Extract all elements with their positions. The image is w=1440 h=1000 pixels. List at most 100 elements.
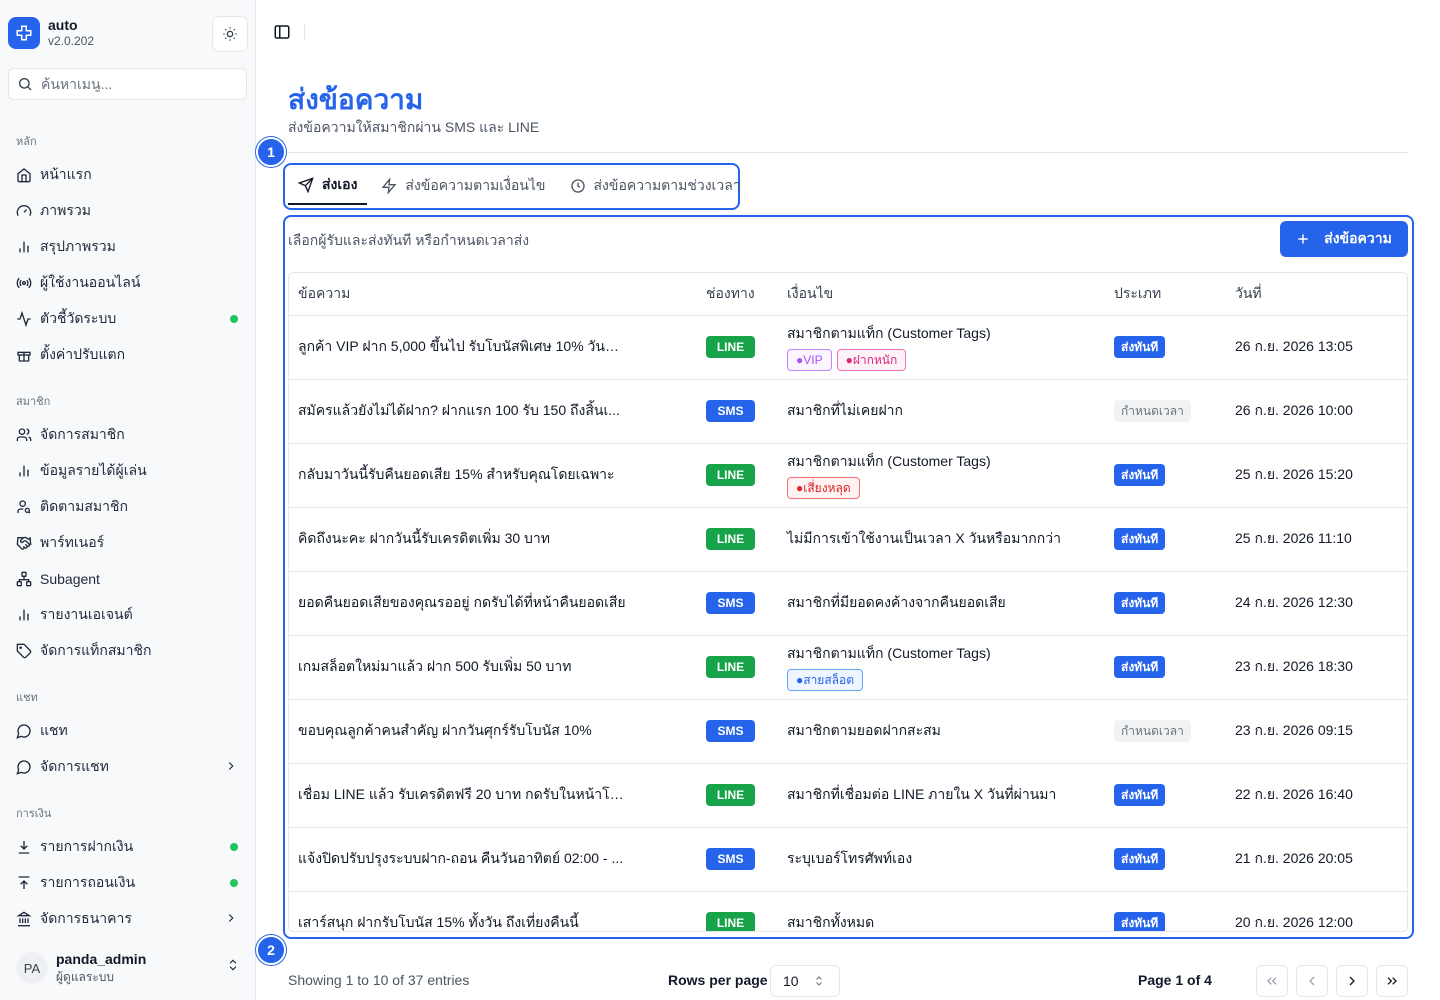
condition-cell: สมาชิกทั้งหมด [787, 891, 1114, 931]
user-menu[interactable]: PA panda_admin ผู้ดูแลระบบ [8, 944, 248, 988]
condition-cell: สมาชิกที่มียอดคงค้างจากคืนยอดเสีย [787, 571, 1114, 636]
sidebar-item-label: ผู้ใช้งานออนไลน์ [40, 274, 141, 290]
table-row[interactable]: กลับมาวันนี้รับคืนยอดเสีย 15% สำหรับคุณโ… [289, 443, 1407, 508]
date-cell: 25 ก.ย. 2026 11:10 [1235, 507, 1407, 572]
tab-send-by-schedule[interactable]: ส่งข้อความตามช่วงเวลา [560, 167, 751, 205]
table-row[interactable]: ขอบคุณลูกค้าคนสำคัญ ฝากวันศุกร์รับโบนัส … [289, 699, 1407, 764]
sidebar-item-home[interactable]: หน้าแรก [8, 159, 248, 191]
theme-toggle-button[interactable] [212, 16, 248, 52]
sidebar-item-track-members[interactable]: ติดตามสมาชิก [8, 491, 248, 523]
column-header-type[interactable]: ประเภท [1114, 273, 1235, 316]
last-page-button[interactable] [1376, 965, 1408, 997]
table-row[interactable]: สมัครแล้วยังไม่ได้ฝาก? ฝากแรก 100 รับ 15… [289, 379, 1407, 444]
tag-list: ●เสี่ยงหลุด [787, 477, 1114, 499]
table-row[interactable]: ยอดคืนยอดเสียของคุณรออยู่ กดรับได้ที่หน้… [289, 571, 1407, 636]
panel-left-icon [274, 25, 290, 39]
sidebar-item-label: ตั้งค่าปรับแตก [40, 346, 126, 362]
sidebar-item-deposits[interactable]: รายการฝากเงิน [8, 831, 248, 863]
column-header-condition[interactable]: เงื่อนไข [787, 273, 1114, 316]
menu-search[interactable] [8, 68, 247, 100]
message-cell: คิดถึงนะคะ ฝากวันนี้รับเครดิตเพิ่ม 30 บา… [289, 507, 706, 572]
channel-cell: LINE [706, 507, 787, 572]
condition-cell: สมาชิกที่เชื่อมต่อ LINE ภายใน X วันที่ผ่… [787, 763, 1114, 828]
chevron-right-icon [224, 911, 238, 928]
channel-cell: SMS [706, 699, 787, 764]
date-cell: 20 ก.ย. 2026 12:00 [1235, 891, 1407, 931]
sidebar-item-member-tags[interactable]: จัดการแท็กสมาชิก [8, 635, 248, 667]
send-icon [298, 177, 314, 193]
message-text: กลับมาวันนี้รับคืนยอดเสีย 15% สำหรับคุณโ… [298, 466, 615, 482]
table-row[interactable]: แจ้งปิดปรับปรุงระบบฝาก-ถอน คืนวันอาทิตย์… [289, 827, 1407, 892]
date-cell: 25 ก.ย. 2026 15:20 [1235, 443, 1407, 508]
message-cell: กลับมาวันนี้รับคืนยอดเสีย 15% สำหรับคุณโ… [289, 443, 706, 508]
first-page-button[interactable] [1256, 965, 1288, 997]
status-dot [230, 879, 238, 887]
table-row[interactable]: คิดถึงนะคะ ฝากวันนี้รับเครดิตเพิ่ม 30 บา… [289, 507, 1407, 572]
sidebar-item-overview[interactable]: ภาพรวม [8, 195, 248, 227]
radio-icon [16, 275, 32, 291]
divider [288, 152, 1408, 153]
message-cell: แจ้งปิดปรับปรุงระบบฝาก-ถอน คืนวันอาทิตย์… [289, 827, 706, 892]
menu-search-input[interactable] [41, 76, 231, 92]
activity-icon [16, 311, 32, 327]
channel-badge: LINE [706, 528, 755, 550]
gift-icon [16, 347, 32, 363]
condition-cell: สมาชิกตามแท็ก (Customer Tags) ●VIP ●ฝากหนั… [787, 315, 1114, 380]
message-cell: ขอบคุณลูกค้าคนสำคัญ ฝากวันศุกร์รับโบนัส … [289, 699, 706, 764]
sidebar-item-label: ภาพรวม [40, 202, 91, 218]
card-description: เลือกผู้รับและส่งทันที หรือกำหนดเวลาส่ง [288, 232, 530, 248]
table-row[interactable]: เสาร์สนุก ฝากรับโบนัส 15% ทั้งวัน ถึงเที… [289, 891, 1407, 931]
chevron-left-icon [1309, 976, 1315, 986]
sidebar-item-manage-chat[interactable]: จัดการแชท [8, 751, 248, 783]
chevrons-up-down-icon [226, 958, 240, 977]
sidebar-item-withdrawals[interactable]: รายการถอนเงิน [8, 867, 248, 899]
sidebar-item-agent-report[interactable]: รายงานเอเจนต์ [8, 599, 248, 631]
chat-icon [16, 723, 32, 739]
table-row[interactable]: ลูกค้า VIP ฝาก 5,000 ขึ้นไป รับโบนัสพิเศ… [289, 315, 1407, 380]
column-header-channel[interactable]: ช่องทาง [706, 273, 787, 316]
section-label-members: สมาชิก [16, 396, 51, 408]
channel-badge: SMS [706, 848, 755, 870]
message-text: เกมสล็อตใหม่มาแล้ว ฝาก 500 รับเพิ่ม 50 บ… [298, 658, 572, 674]
sidebar-item-manage-bank[interactable]: จัดการธนาคาร [8, 903, 248, 935]
section-label-chat: แชท [16, 692, 38, 704]
tab-list: ส่งเอง ส่งข้อความตามเงื่อนไข ส่งข้อความต… [288, 167, 755, 207]
column-header-date[interactable]: วันที่ [1235, 273, 1407, 316]
next-page-button[interactable] [1336, 965, 1368, 997]
table-row[interactable]: เกมสล็อตใหม่มาแล้ว ฝาก 500 รับเพิ่ม 50 บ… [289, 635, 1407, 700]
condition-text: สมาชิกที่เชื่อมต่อ LINE ภายใน X วันที่ผ่… [787, 786, 1057, 802]
section-label-finance: การเงิน [16, 808, 52, 820]
sidebar-item-chat[interactable]: แชท [8, 715, 248, 747]
column-header-message[interactable]: ข้อความ [289, 273, 706, 316]
rows-per-page-select[interactable]: 10 [770, 965, 840, 997]
tab-send-by-condition[interactable]: ส่งข้อความตามเงื่อนไข [371, 167, 555, 205]
type-cell: ส่งทันที [1114, 891, 1235, 931]
date-cell: 23 ก.ย. 2026 18:30 [1235, 635, 1407, 700]
sidebar-item-system-metrics[interactable]: ตัวชี้วัดระบบ [8, 303, 248, 335]
condition-text: สมาชิกตามแท็ก (Customer Tags) [787, 325, 991, 341]
send-message-button[interactable]: ส่งข้อความ [1280, 221, 1408, 257]
previous-page-button[interactable] [1296, 965, 1328, 997]
sidebar-item-label: รายการฝากเงิน [40, 838, 134, 854]
status-dot [230, 843, 238, 851]
sidebar-toggle-button[interactable] [272, 22, 292, 42]
type-badge: ส่งทันที [1114, 592, 1166, 614]
channel-cell: SMS [706, 571, 787, 636]
sidebar-item-settings[interactable]: ตั้งค่าปรับแตก [8, 339, 248, 371]
condition-text: ระบุเบอร์โทรศัพท์เอง [787, 850, 913, 866]
table-row[interactable]: เชื่อม LINE แล้ว รับเครดิตฟรี 20 บาท กดร… [289, 763, 1407, 828]
sidebar-item-subagent[interactable]: Subagent [8, 563, 248, 595]
channel-cell: SMS [706, 827, 787, 892]
date-cell: 23 ก.ย. 2026 09:15 [1235, 699, 1407, 764]
sidebar-item-summary[interactable]: สรุปภาพรวม [8, 231, 248, 263]
sidebar-item-online-users[interactable]: ผู้ใช้งานออนไลน์ [8, 267, 248, 299]
type-badge: กำหนดเวลา [1114, 400, 1191, 422]
sidebar-item-player-income[interactable]: ข้อมูลรายได้ผู้เล่น [8, 455, 248, 487]
type-cell: ส่งทันที [1114, 571, 1235, 636]
sidebar-item-partner[interactable]: พาร์ทเนอร์ [8, 527, 248, 559]
type-cell: ส่งทันที [1114, 635, 1235, 700]
message-cell: สมัครแล้วยังไม่ได้ฝาก? ฝากแรก 100 รับ 15… [289, 379, 706, 444]
user-search-icon [16, 499, 32, 515]
tab-send-manual[interactable]: ส่งเอง [288, 167, 368, 205]
sidebar-item-manage-members[interactable]: จัดการสมาชิก [8, 419, 248, 451]
